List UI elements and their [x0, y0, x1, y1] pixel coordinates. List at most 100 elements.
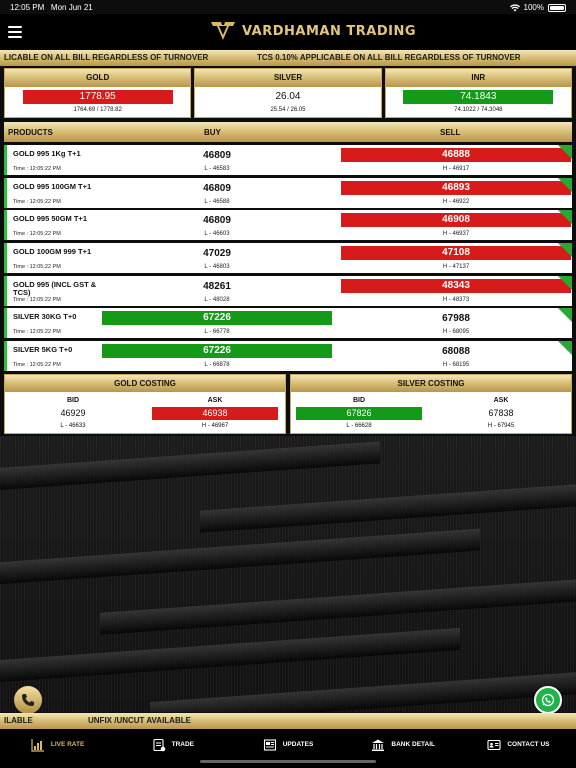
sell-price: 68088	[442, 346, 470, 358]
home-indicator	[200, 760, 376, 763]
product-name: GOLD 995 100GM T+1	[13, 181, 92, 191]
buy-price: 46809	[203, 150, 231, 161]
tab-contact-us[interactable]: CONTACT US	[461, 729, 576, 768]
silver-costing-title: SILVER COSTING	[291, 375, 571, 392]
silver-costing-card: SILVER COSTING BID ASK 67826 67838 L - 6…	[290, 374, 572, 434]
ticker-text-left: LICABLE ON ALL BILL REGARDLESS OF TURNOV…	[4, 53, 209, 62]
buy-low: L - 46583	[204, 166, 230, 172]
table-row[interactable]: GOLD 995 50GM T+1 Time : 12:05:22 PM 468…	[4, 210, 572, 241]
col-sell: SELL	[440, 128, 461, 137]
sell-price: 46908	[341, 213, 571, 228]
buy-low: L - 46803	[204, 264, 230, 271]
product-time: Time : 12:05:22 PM	[13, 329, 61, 336]
silver-bid-value: 67826	[296, 407, 422, 420]
inr-rate-value: 74.1843	[403, 90, 554, 104]
product-name: GOLD 995 50GM T+1	[13, 214, 87, 224]
sell-price: 67988	[442, 313, 470, 325]
live-ribbon-icon	[558, 308, 572, 323]
whatsapp-icon	[541, 693, 555, 707]
gold-bid-label: BID	[66, 397, 80, 404]
product-name: GOLD 100GM 999 T+1	[13, 247, 92, 257]
sell-price: 47108	[341, 246, 571, 261]
ticker-bottom-left: ILABLE	[4, 716, 33, 725]
live-ribbon-icon	[558, 341, 572, 356]
live-ribbon-icon	[558, 177, 572, 192]
call-button[interactable]	[14, 686, 42, 714]
table-row[interactable]: GOLD 995 (INCL GST & TCS) Time : 12:05:2…	[4, 275, 572, 306]
table-row[interactable]: SILVER 30KG T+0 Time : 12:05:22 PM 67226…	[4, 308, 572, 339]
product-name: SILVER 5KG T+0	[13, 345, 73, 355]
battery-icon	[548, 3, 566, 12]
whatsapp-button[interactable]	[534, 686, 562, 714]
gold-costing-title: GOLD COSTING	[5, 375, 285, 392]
product-time: Time : 12:05:22 PM	[13, 296, 61, 303]
wifi-icon	[509, 3, 520, 11]
ticker-bottom-right: UNFIX /UNCUT AVAILABLE	[88, 716, 191, 725]
gold-rate-card: GOLD 1778.95 1764.69 / 1778.82	[4, 68, 192, 118]
battery-percent: 100%	[523, 3, 544, 12]
gold-bid-value: 46929	[60, 408, 86, 418]
sell-high: H - 46922	[442, 198, 470, 205]
bank-icon	[372, 739, 385, 751]
table-row[interactable]: GOLD 100GM 999 T+1 Time : 12:05:22 PM 47…	[4, 243, 572, 274]
tab-live-rate[interactable]: LIVE RATE	[0, 729, 115, 768]
silver-rate-range: 25.54 / 26.05	[270, 107, 306, 113]
logo-mark-icon	[211, 22, 235, 40]
silver-rate-value: 26.04	[275, 91, 301, 102]
silver-costing-high: H - 67945	[487, 423, 515, 429]
buy-low: L - 66878	[204, 362, 230, 369]
news-ticker-bottom: ILABLE UNFIX /UNCUT AVAILABLE	[0, 713, 576, 729]
gold-rate-title: GOLD	[5, 69, 191, 87]
products-list: GOLD 995 1Kg T+1 Time : 12:05:22 PM 4680…	[4, 145, 572, 374]
buy-price: 67226	[102, 344, 332, 359]
buy-price: 67226	[102, 311, 332, 326]
buy-low: L - 46603	[204, 231, 230, 238]
col-buy: BUY	[204, 128, 221, 137]
product-time: Time : 12:05:22 PM	[13, 231, 61, 238]
sell-high: H - 46937	[442, 231, 470, 238]
status-time: 12:05 PM Mon Jun 21	[10, 3, 93, 12]
costing-section: GOLD COSTING BID ASK 46929 46938 L - 466…	[4, 374, 572, 434]
brand-name: VARDHAMAN TRADING	[242, 23, 417, 39]
inr-rate-title: INR	[385, 69, 571, 87]
product-name: GOLD 995 1Kg T+1	[13, 149, 81, 158]
product-time: Time : 12:05:22 PM	[13, 264, 61, 271]
tab-label: CONTACT US	[507, 741, 550, 748]
status-right: 100%	[509, 3, 566, 12]
silver-rate-card: SILVER 26.04 25.54 / 26.05	[194, 68, 382, 118]
gold-costing-low: L - 46633	[60, 423, 86, 429]
product-time: Time : 12:05:22 PM	[13, 198, 61, 205]
spot-rate-cards: GOLD 1778.95 1764.69 / 1778.82 SILVER 26…	[4, 68, 572, 118]
gold-costing-card: GOLD COSTING BID ASK 46929 46938 L - 466…	[4, 374, 286, 434]
gold-costing-high: H - 46967	[201, 423, 229, 429]
silver-ask-value: 67838	[488, 408, 514, 418]
buy-price: 47029	[203, 248, 231, 260]
menu-icon[interactable]	[8, 26, 22, 38]
sell-high: H - 47137	[442, 264, 470, 271]
products-table-header: PRODUCTS BUY SELL	[4, 122, 572, 142]
buy-low: L - 48028	[204, 296, 230, 303]
gold-ask-value: 46938	[152, 407, 278, 420]
table-row[interactable]: GOLD 995 1Kg T+1 Time : 12:05:22 PM 4680…	[4, 145, 572, 175]
table-row[interactable]: GOLD 995 100GM T+1 Time : 12:05:22 PM 46…	[4, 177, 572, 208]
buy-price: 48261	[203, 280, 231, 292]
product-name: SILVER 30KG T+0	[13, 312, 77, 322]
sell-price: 46893	[341, 180, 571, 195]
gold-rate-range: 1764.69 / 1778.82	[73, 107, 122, 113]
sell-price: 46888	[341, 148, 571, 162]
inr-rate-card: INR 74.1843 74.1022 / 74.3048	[384, 68, 572, 118]
tab-label: BANK DETAIL	[391, 741, 435, 748]
phone-icon	[22, 694, 34, 706]
live-ribbon-icon	[558, 275, 572, 290]
silver-ask-label: ASK	[493, 397, 509, 404]
tab-label: UPDATES	[282, 741, 314, 748]
table-row[interactable]: SILVER 5KG T+0 Time : 12:05:22 PM 67226 …	[4, 341, 572, 372]
product-name: GOLD 995 (INCL GST & TCS)	[13, 279, 97, 297]
gold-rate-value: 1778.95	[22, 90, 173, 104]
live-ribbon-icon	[558, 145, 572, 159]
silver-costing-low: L - 66628	[346, 423, 372, 429]
trade-icon	[153, 738, 165, 751]
live-ribbon-icon	[558, 243, 572, 258]
sell-price: 48343	[341, 278, 571, 293]
contact-icon	[487, 739, 501, 750]
